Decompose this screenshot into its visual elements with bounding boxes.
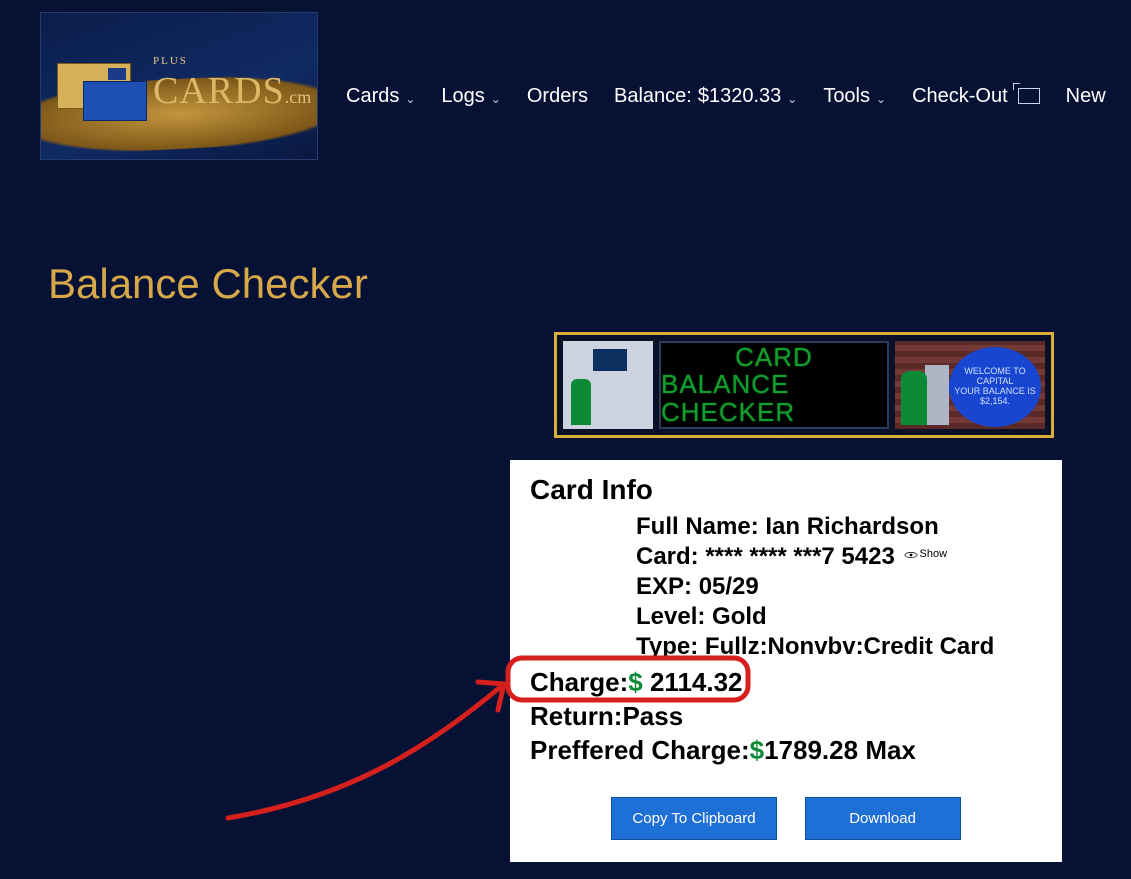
logo-tld: .cm	[285, 87, 312, 107]
banner-line1: CARD	[735, 344, 813, 371]
nav-checkout-label: Check-Out	[912, 85, 1008, 108]
download-button[interactable]: Download	[805, 797, 961, 840]
logo-plus: PLUS	[153, 55, 311, 67]
speech-bubble: WELCOME TO CAPITAL YOUR BALANCE IS $2,15…	[949, 347, 1041, 427]
nav-logs[interactable]: Logs ⌄	[441, 85, 500, 108]
atm-illustration-left	[563, 341, 653, 429]
chevron-down-icon: ⌄	[405, 92, 415, 106]
card-info-bottom: Charge:$ 2114.32 Return:Pass Preffered C…	[530, 666, 1042, 767]
row-return: Return:Pass	[530, 700, 1042, 734]
type-value: Fullz:Nonvbv:Credit Card	[705, 633, 994, 660]
banner-line2: BALANCE CHECKER	[661, 371, 887, 426]
nav-balance[interactable]: Balance: $1320.33 ⌄	[614, 85, 797, 108]
row-exp: EXP: 05/29	[636, 572, 1042, 602]
row-charge: Charge:$ 2114.32	[530, 666, 743, 700]
header: PLUS CARDS.cm Cards ⌄ Logs ⌄ Orders Bala…	[0, 0, 1131, 160]
preferred-value: 1789.28	[764, 735, 858, 765]
card-number-value: **** **** ***7 5423	[705, 543, 894, 570]
card-info-heading: Card Info	[530, 474, 1042, 506]
page-title: Balance Checker	[48, 260, 1131, 308]
top-nav: Cards ⌄ Logs ⌄ Orders Balance: $1320.33 …	[346, 85, 1106, 108]
nav-balance-label: Balance:	[614, 85, 692, 108]
nav-new-label: New	[1066, 85, 1106, 108]
card-info-panel: Card Info Full Name: Ian Richardson Card…	[510, 460, 1062, 862]
dollar-icon: $	[750, 735, 764, 765]
nav-orders[interactable]: Orders	[527, 85, 588, 108]
nav-logs-label: Logs	[441, 85, 484, 108]
row-type: Type: Fullz:Nonvbv:Credit Card	[636, 632, 1042, 662]
row-card: Card: **** **** ***7 5423 Show	[636, 542, 1042, 572]
nav-checkout[interactable]: Check-Out	[912, 85, 1040, 108]
row-level: Level: Gold	[636, 602, 1042, 632]
chevron-down-icon: ⌄	[787, 92, 797, 106]
copy-button[interactable]: Copy To Clipboard	[611, 797, 776, 840]
nav-orders-label: Orders	[527, 85, 588, 108]
show-card-toggle[interactable]: Show	[904, 548, 948, 562]
fullname-value: Ian Richardson	[765, 513, 938, 540]
level-value: Gold	[712, 603, 767, 630]
cart-icon	[1018, 88, 1040, 104]
nav-cards[interactable]: Cards ⌄	[346, 85, 415, 108]
preferred-suffix: Max	[865, 735, 916, 765]
nav-tools-label: Tools	[823, 85, 870, 108]
chevron-down-icon: ⌄	[876, 92, 886, 106]
atm-illustration-right: WELCOME TO CAPITAL YOUR BALANCE IS $2,15…	[895, 341, 1045, 429]
charge-value: 2114.32	[650, 667, 743, 697]
return-value: Pass	[622, 701, 683, 731]
logo-brand: CARDS	[153, 70, 285, 112]
panel-buttons: Copy To Clipboard Download	[530, 797, 1042, 840]
dollar-icon: $	[628, 667, 642, 697]
card-info-rows: Full Name: Ian Richardson Card: **** ***…	[636, 512, 1042, 662]
row-preferred: Preffered Charge:$1789.28 Max	[530, 734, 1042, 768]
row-fullname: Full Name: Ian Richardson	[636, 512, 1042, 542]
nav-tools[interactable]: Tools ⌄	[823, 85, 886, 108]
chevron-down-icon: ⌄	[491, 92, 501, 106]
nav-new[interactable]: New	[1066, 85, 1106, 108]
eye-icon	[904, 550, 918, 560]
site-logo[interactable]: PLUS CARDS.cm	[40, 12, 318, 160]
nav-cards-label: Cards	[346, 85, 399, 108]
banner-title: CARD BALANCE CHECKER	[659, 341, 889, 429]
nav-balance-value: $1320.33	[698, 85, 781, 108]
balance-checker-banner: CARD BALANCE CHECKER WELCOME TO CAPITAL …	[554, 332, 1054, 438]
exp-value: 05/29	[699, 573, 759, 600]
